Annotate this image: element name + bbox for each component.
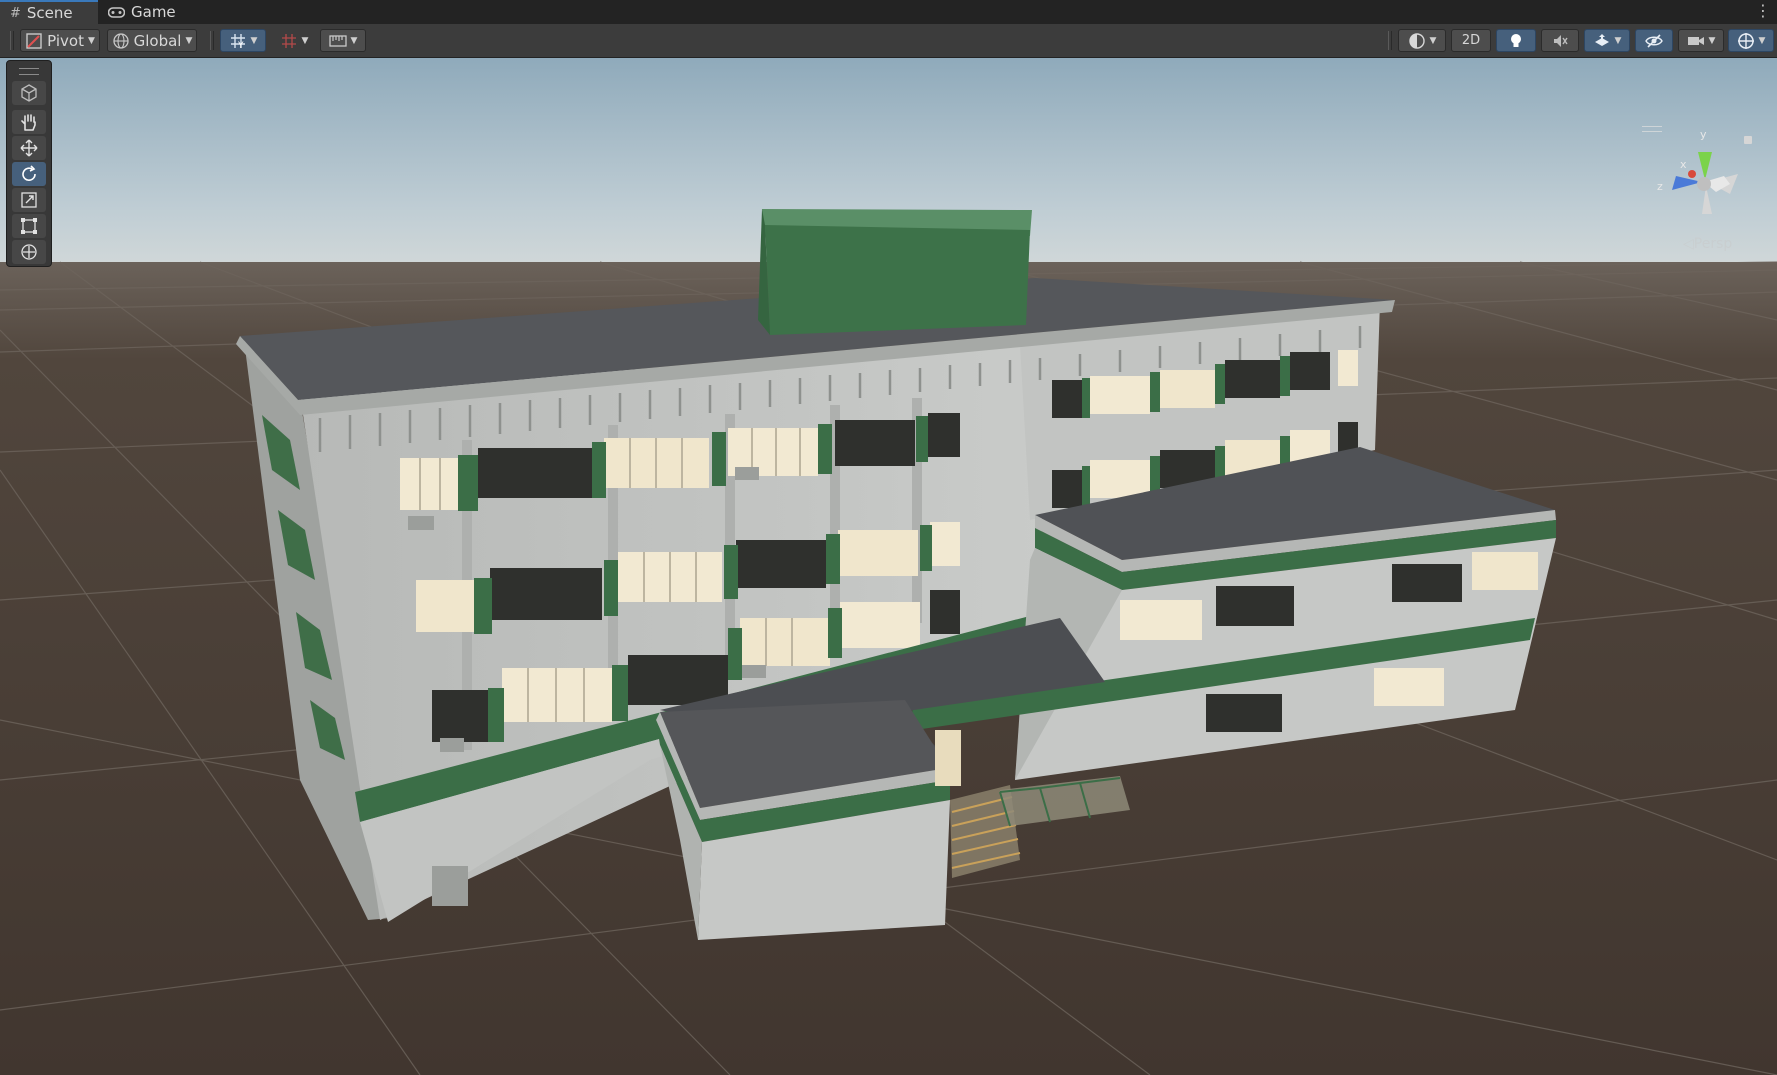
view-tool-button[interactable] xyxy=(12,81,46,105)
lock-icon xyxy=(1744,136,1752,144)
increment-snap-dropdown[interactable]: ▼ xyxy=(272,29,316,52)
grid-snapping-dropdown[interactable]: Y ▼ xyxy=(220,29,266,52)
chevron-down-icon: ▼ xyxy=(185,35,193,46)
more-options-icon[interactable]: ⋮ xyxy=(1755,2,1771,20)
scene-window-tabbar: # Scene Game ⋮ xyxy=(0,0,1777,25)
layers-effects-icon xyxy=(1594,33,1609,46)
gizmo-x-label: x xyxy=(1680,158,1687,171)
transform-tool-button[interactable] xyxy=(12,240,46,264)
chevron-down-icon: ▼ xyxy=(250,35,258,46)
pivot-label: Pivot xyxy=(47,31,84,50)
audio-mute-icon xyxy=(1554,34,1568,47)
tab-game-label: Game xyxy=(131,3,176,21)
global-label: Global xyxy=(133,31,182,50)
toolbar-grip xyxy=(210,31,214,50)
tab-game[interactable]: Game xyxy=(98,0,190,24)
move-arrows-icon xyxy=(20,139,38,157)
lightbulb-icon xyxy=(1511,33,1521,47)
rotate-icon xyxy=(22,165,36,181)
gamepad-icon xyxy=(108,6,125,18)
shading-mode-dropdown[interactable]: ▼ xyxy=(1398,29,1446,52)
scene-toolbar: Pivot ▼ Global ▼ Y ▼ ▼ ▼ ▼ 2D ▼ ▼ ▼ xyxy=(0,24,1777,58)
pivot-icon xyxy=(26,32,42,49)
transform-icon xyxy=(21,244,37,260)
move-tool-button[interactable] xyxy=(12,136,46,160)
chevron-down-icon: ▼ xyxy=(1614,35,1622,46)
hand-tool-button[interactable] xyxy=(12,110,46,134)
rotate-tool-button[interactable] xyxy=(12,162,46,186)
camera-icon xyxy=(1687,36,1704,45)
tab-scene-label: Scene xyxy=(26,4,73,22)
gizmos-dropdown[interactable]: ▼ xyxy=(1728,29,1774,52)
pivot-dropdown[interactable]: Pivot ▼ xyxy=(20,29,100,52)
ruler-snap-dropdown[interactable]: ▼ xyxy=(320,29,366,52)
gizmo-z-label: z xyxy=(1657,180,1663,193)
svg-text:Y: Y xyxy=(237,41,244,50)
gizmo-globe-icon xyxy=(1737,32,1754,49)
audio-toggle[interactable] xyxy=(1541,29,1579,52)
ruler-icon xyxy=(328,34,347,47)
rect-tool-button[interactable] xyxy=(12,214,46,238)
chevron-down-icon: ▼ xyxy=(87,35,95,46)
increment-snap-icon xyxy=(281,33,296,48)
scale-icon xyxy=(21,192,37,208)
projection-toggle[interactable]: ◁Persp xyxy=(1683,236,1732,252)
chevron-down-icon: ▼ xyxy=(1429,35,1437,46)
chevron-down-icon: ▼ xyxy=(350,35,358,46)
toolbar-grip xyxy=(10,31,14,50)
grid-hash-icon: # xyxy=(10,5,21,21)
rect-transform-icon xyxy=(21,218,37,234)
tools-overlay xyxy=(6,60,52,267)
toggle-2d-label: 2D xyxy=(1461,33,1481,48)
hidden-eye-icon xyxy=(1645,33,1663,48)
projection-label: Persp xyxy=(1693,236,1733,252)
effects-dropdown[interactable]: ▼ xyxy=(1584,29,1630,52)
chevron-down-icon: ▼ xyxy=(1708,35,1716,46)
chevron-down-icon: ▼ xyxy=(1758,35,1766,46)
toolbar-grip xyxy=(1388,31,1392,50)
tab-scene[interactable]: # Scene xyxy=(0,0,98,24)
camera-settings-dropdown[interactable]: ▼ xyxy=(1678,29,1724,52)
hand-icon xyxy=(21,114,36,131)
global-dropdown[interactable]: Global ▼ xyxy=(107,29,197,52)
lighting-toggle[interactable] xyxy=(1496,29,1536,52)
shading-sphere-icon xyxy=(1408,32,1425,49)
toggle-2d-button[interactable]: 2D xyxy=(1451,29,1491,52)
cube-icon xyxy=(21,84,37,102)
rooftop-box-front xyxy=(765,225,1030,335)
gizmo-drag-handle[interactable] xyxy=(1642,126,1662,132)
overlay-drag-handle[interactable] xyxy=(19,68,39,75)
scene-visibility-toggle[interactable] xyxy=(1635,29,1673,52)
scale-tool-button[interactable] xyxy=(12,188,46,212)
gizmo-y-label: y xyxy=(1700,128,1707,141)
scene-viewport[interactable]: y x z ◁Persp xyxy=(0,58,1777,1075)
projection-arrow-icon: ◁ xyxy=(1683,236,1694,252)
chevron-down-icon: ▼ xyxy=(301,35,309,46)
grid-snap-icon: Y xyxy=(230,33,245,50)
scene-render xyxy=(0,58,1777,1075)
globe-icon xyxy=(112,32,129,49)
entrance-door xyxy=(935,730,961,786)
